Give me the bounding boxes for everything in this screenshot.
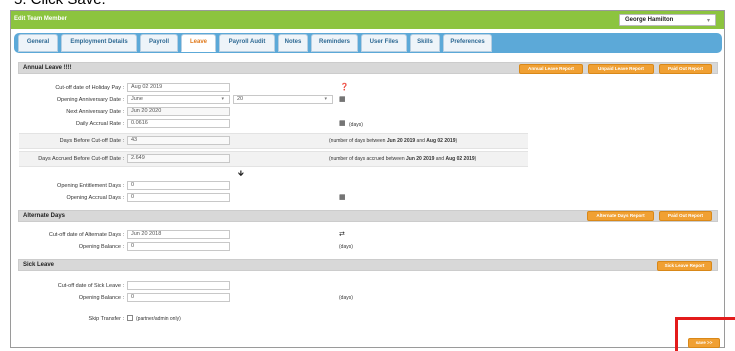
annual-leave-report-button[interactable]: Annual Leave Report <box>519 64 583 74</box>
daily-accrual-label: Daily Accrual Rate : <box>76 121 124 127</box>
alternate-cutoff-input[interactable]: Jun 20 2018 <box>127 230 230 239</box>
edit-team-member-window: Edit Team Member George Hamilton ▾ Gener… <box>10 10 725 348</box>
sick-leave-header: Sick Leave <box>18 259 718 271</box>
chevron-down-icon: ▾ <box>706 18 710 24</box>
team-member-select-value: George Hamilton <box>625 17 674 23</box>
next-anniversary-value: Jun 20 2020 <box>127 107 230 116</box>
window-title: Edit Team Member <box>14 16 67 22</box>
paid-out-report-button[interactable]: Paid Out Report <box>659 64 712 74</box>
help-icon[interactable]: ❓ <box>340 84 349 91</box>
tab-payroll-audit[interactable]: Payroll Audit <box>219 34 275 52</box>
opening-entitlement-input[interactable]: 0 <box>127 181 230 190</box>
days-before-label: Days Before Cut-off Date : <box>59 138 124 144</box>
chevron-down-icon: ▾ <box>221 96 224 102</box>
skip-transfer-checkbox[interactable] <box>127 315 133 321</box>
save-button[interactable]: save >> <box>688 338 720 348</box>
tab-preferences[interactable]: Preferences <box>443 34 492 52</box>
window-titlebar: Edit Team Member George Hamilton ▾ <box>11 11 724 29</box>
tab-notes[interactable]: Notes <box>278 34 308 52</box>
skip-transfer-label: Skip Transfer : <box>88 316 124 322</box>
instruction-caption: 5. Click Save. <box>14 0 106 8</box>
calculator-icon[interactable]: ▦ <box>339 120 346 127</box>
tab-employment-details[interactable]: Employment Details <box>61 34 137 52</box>
alternate-opening-balance-input[interactable]: 0 <box>127 242 230 251</box>
opening-anniversary-month-value: June <box>131 96 143 102</box>
days-accrued-label: Days Accrued Before Cut-off Date : <box>38 156 124 162</box>
cutoff-holiday-pay-label: Cut-off date of Holiday Pay : <box>55 85 124 91</box>
opening-accrual-input[interactable]: 0 <box>127 193 230 202</box>
swap-icon[interactable]: ⇄ <box>339 231 345 238</box>
tab-user-files[interactable]: User Files <box>361 34 407 52</box>
alternate-unit: (days) <box>339 244 353 250</box>
alternate-days-report-button[interactable]: Alternate Days Report <box>587 211 654 221</box>
days-before-note: (number of days between Jun 20 2019 and … <box>329 138 458 144</box>
days-accrued-value: 2.649 <box>127 154 230 163</box>
team-member-select[interactable]: George Hamilton ▾ <box>619 14 716 26</box>
sick-cutoff-input[interactable] <box>127 281 230 290</box>
alternate-opening-balance-label: Opening Balance : <box>78 244 124 250</box>
sick-unit: (days) <box>339 295 353 301</box>
tab-general[interactable]: General <box>18 34 58 52</box>
tab-skills[interactable]: Skills <box>410 34 440 52</box>
opening-anniversary-label: Opening Anniversary Date : <box>56 97 124 103</box>
alternate-paid-out-report-button[interactable]: Paid Out Report <box>659 211 712 221</box>
daily-accrual-input[interactable]: 0.0616 <box>127 119 230 128</box>
sick-leave-heading: Sick Leave <box>23 262 55 268</box>
instruction-caption-clipped: 5. Click Save. <box>0 0 735 10</box>
opening-entitlement-label: Opening Entitlement Days : <box>57 183 124 189</box>
arrow-down-icon: 🡻 <box>238 169 244 178</box>
sick-opening-balance-input[interactable]: 0 <box>127 293 230 302</box>
alternate-days-heading: Alternate Days <box>23 213 66 219</box>
daily-accrual-unit: (days) <box>349 122 363 128</box>
alternate-cutoff-label: Cut-off date of Alternate Days : <box>48 232 124 238</box>
tab-reminders[interactable]: Reminders <box>311 34 358 52</box>
calculator-icon[interactable]: ▦ <box>339 194 346 201</box>
sick-opening-balance-label: Opening Balance : <box>78 295 124 301</box>
tab-leave[interactable]: Leave <box>181 34 216 52</box>
skip-transfer-note: (partner/admin only) <box>136 316 181 322</box>
sick-leave-report-button[interactable]: Sick Leave Report <box>657 261 712 271</box>
unpaid-leave-report-button[interactable]: Unpaid Leave Report <box>588 64 654 74</box>
opening-anniversary-day-value: 20 <box>237 96 244 102</box>
sick-cutoff-label: Cut-off date of Sick Leave : <box>57 283 124 289</box>
next-anniversary-label: Next Anniversary Date : <box>66 109 124 115</box>
opening-accrual-label: Opening Accrual Days : <box>66 195 124 201</box>
opening-anniversary-day-select[interactable]: 20 ▾ <box>233 95 333 104</box>
annual-leave-heading: Annual Leave !!!! <box>23 65 72 71</box>
days-before-value: 43 <box>127 136 230 145</box>
calculator-icon[interactable]: ▦ <box>339 96 346 103</box>
days-accrued-note: (number of days accrued between Jun 20 2… <box>329 156 477 162</box>
tab-payroll[interactable]: Payroll <box>140 34 178 52</box>
tab-strip: General Employment Details Payroll Leave… <box>14 33 722 53</box>
tab-bar: General Employment Details Payroll Leave… <box>11 30 724 59</box>
cutoff-holiday-pay-input[interactable]: Aug 02 2019 <box>127 83 230 92</box>
chevron-down-icon: ▾ <box>324 96 327 102</box>
opening-anniversary-month-select[interactable]: June ▾ <box>127 95 230 104</box>
